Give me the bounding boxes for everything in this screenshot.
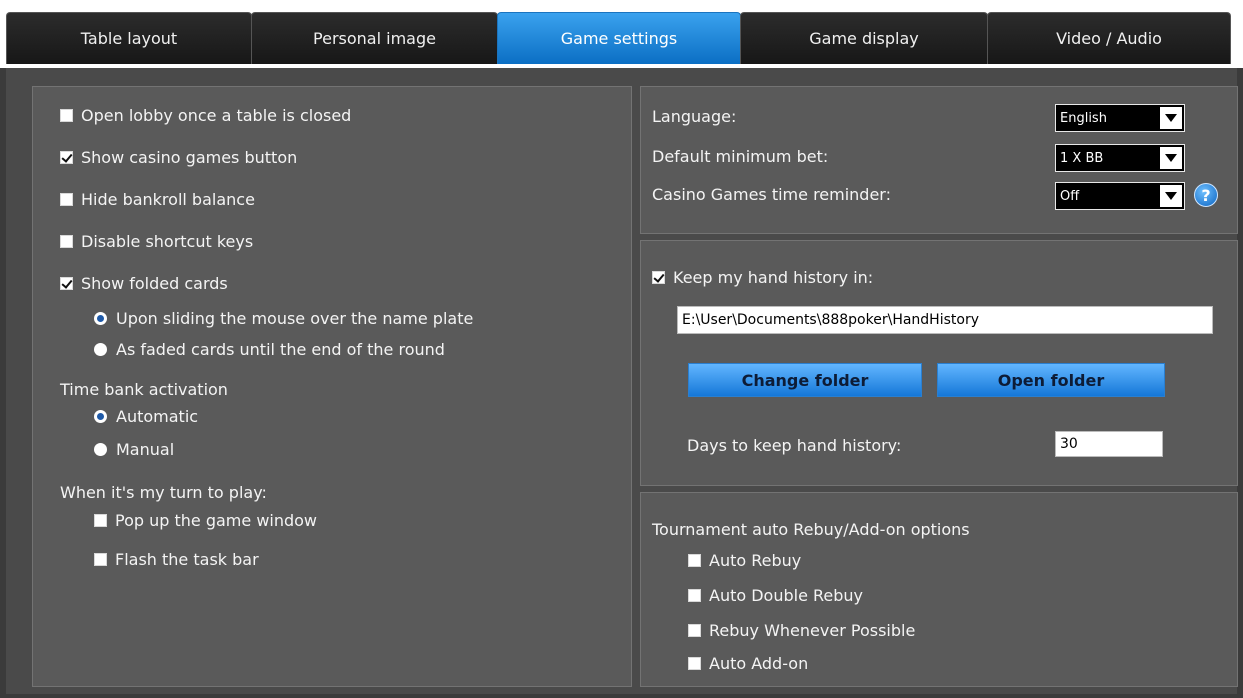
show-folded-option[interactable]: Show folded cards	[60, 274, 228, 293]
days-label: Days to keep hand history:	[687, 436, 902, 455]
folded-option-faded[interactable]: As faded cards until the end of the roun…	[94, 340, 445, 359]
auto-double-rebuy-checkbox[interactable]	[688, 589, 701, 602]
tab-personal-image[interactable]: Personal image	[251, 12, 498, 64]
open-lobby-checkbox[interactable]	[60, 109, 73, 122]
folded-hover-radio[interactable]	[94, 312, 107, 325]
chevron-down-icon[interactable]	[1160, 107, 1182, 129]
auto-addon-label: Auto Add-on	[709, 654, 809, 673]
popup-window-checkbox[interactable]	[94, 514, 107, 527]
folded-faded-label: As faded cards until the end of the roun…	[116, 340, 445, 359]
popup-window-option[interactable]: Pop up the game window	[94, 511, 317, 530]
auto-double-rebuy-label: Auto Double Rebuy	[709, 586, 864, 605]
time-bank-heading: Time bank activation	[60, 380, 228, 399]
auto-addon-checkbox[interactable]	[688, 657, 701, 670]
flash-taskbar-label: Flash the task bar	[115, 550, 259, 569]
hide-bankroll-checkbox[interactable]	[60, 193, 73, 206]
general-options-panel: Open lobby once a table is closed Show c…	[32, 86, 632, 687]
auto-rebuy-label: Auto Rebuy	[709, 551, 802, 570]
keep-history-option[interactable]: Keep my hand history in:	[652, 268, 873, 287]
min-bet-value: 1 X BB	[1060, 150, 1104, 166]
history-path-field[interactable]: E:\User\Documents\888poker\HandHistory	[677, 306, 1213, 334]
auto-rebuy-option[interactable]: Auto Rebuy	[688, 551, 801, 570]
show-casino-checkbox[interactable]	[60, 151, 73, 164]
chevron-down-icon[interactable]	[1160, 147, 1182, 169]
folded-hover-label: Upon sliding the mouse over the name pla…	[116, 309, 474, 328]
auto-rebuy-checkbox[interactable]	[688, 554, 701, 567]
tournament-heading: Tournament auto Rebuy/Add-on options	[652, 520, 970, 539]
hide-bankroll-label: Hide bankroll balance	[81, 190, 255, 209]
language-select[interactable]: English	[1055, 104, 1185, 132]
auto-double-rebuy-option[interactable]: Auto Double Rebuy	[688, 586, 863, 605]
time-bank-automatic[interactable]: Automatic	[94, 407, 198, 426]
preferences-panel: Language: English Default minimum bet: 1…	[640, 86, 1238, 234]
tab-game-settings[interactable]: Game settings	[497, 12, 741, 64]
reminder-value: Off	[1060, 188, 1080, 204]
open-lobby-option[interactable]: Open lobby once a table is closed	[60, 106, 351, 125]
flash-taskbar-checkbox[interactable]	[94, 553, 107, 566]
tab-game-display[interactable]: Game display	[740, 12, 988, 64]
language-label: Language:	[652, 107, 737, 126]
show-folded-checkbox[interactable]	[60, 277, 73, 290]
show-folded-label: Show folded cards	[81, 274, 228, 293]
tab-table-layout[interactable]: Table layout	[6, 12, 252, 64]
time-bank-manual-radio[interactable]	[94, 443, 107, 456]
min-bet-label: Default minimum bet:	[652, 147, 829, 166]
reminder-label: Casino Games time reminder:	[652, 185, 891, 204]
tournament-panel: Tournament auto Rebuy/Add-on options Aut…	[640, 492, 1238, 687]
flash-taskbar-option[interactable]: Flash the task bar	[94, 550, 259, 569]
tab-bar: Table layout Personal image Game setting…	[0, 0, 1243, 68]
settings-window: Table layout Personal image Game setting…	[0, 0, 1243, 698]
rebuy-whenever-option[interactable]: Rebuy Whenever Possible	[688, 621, 915, 640]
help-icon[interactable]: ?	[1194, 183, 1218, 207]
auto-addon-option[interactable]: Auto Add-on	[688, 654, 808, 673]
show-casino-label: Show casino games button	[81, 148, 298, 167]
disable-shortcuts-checkbox[interactable]	[60, 235, 73, 248]
time-bank-automatic-radio[interactable]	[94, 410, 107, 423]
my-turn-heading: When it's my turn to play:	[60, 483, 267, 502]
keep-history-checkbox[interactable]	[652, 271, 665, 284]
time-bank-manual[interactable]: Manual	[94, 440, 174, 459]
folded-faded-radio[interactable]	[94, 343, 107, 356]
keep-history-label: Keep my hand history in:	[673, 268, 874, 287]
disable-shortcuts-option[interactable]: Disable shortcut keys	[60, 232, 253, 251]
reminder-select[interactable]: Off	[1055, 182, 1185, 210]
rebuy-whenever-checkbox[interactable]	[688, 624, 701, 637]
min-bet-select[interactable]: 1 X BB	[1055, 144, 1185, 172]
days-field[interactable]: 30	[1055, 431, 1163, 457]
show-casino-option[interactable]: Show casino games button	[60, 148, 297, 167]
tab-video-audio[interactable]: Video / Audio	[987, 12, 1231, 64]
time-bank-automatic-label: Automatic	[116, 407, 199, 426]
time-bank-manual-label: Manual	[116, 440, 175, 459]
folded-option-hover[interactable]: Upon sliding the mouse over the name pla…	[94, 309, 473, 328]
open-folder-button[interactable]: Open folder	[937, 363, 1165, 397]
rebuy-whenever-label: Rebuy Whenever Possible	[709, 621, 916, 640]
language-value: English	[1060, 110, 1107, 126]
change-folder-button[interactable]: Change folder	[688, 363, 922, 397]
open-lobby-label: Open lobby once a table is closed	[81, 106, 352, 125]
content-frame: Open lobby once a table is closed Show c…	[6, 68, 1238, 694]
hand-history-panel: Keep my hand history in: E:\User\Documen…	[640, 240, 1238, 486]
disable-shortcuts-label: Disable shortcut keys	[81, 232, 254, 251]
popup-window-label: Pop up the game window	[115, 511, 318, 530]
chevron-down-icon[interactable]	[1160, 185, 1182, 207]
hide-bankroll-option[interactable]: Hide bankroll balance	[60, 190, 255, 209]
